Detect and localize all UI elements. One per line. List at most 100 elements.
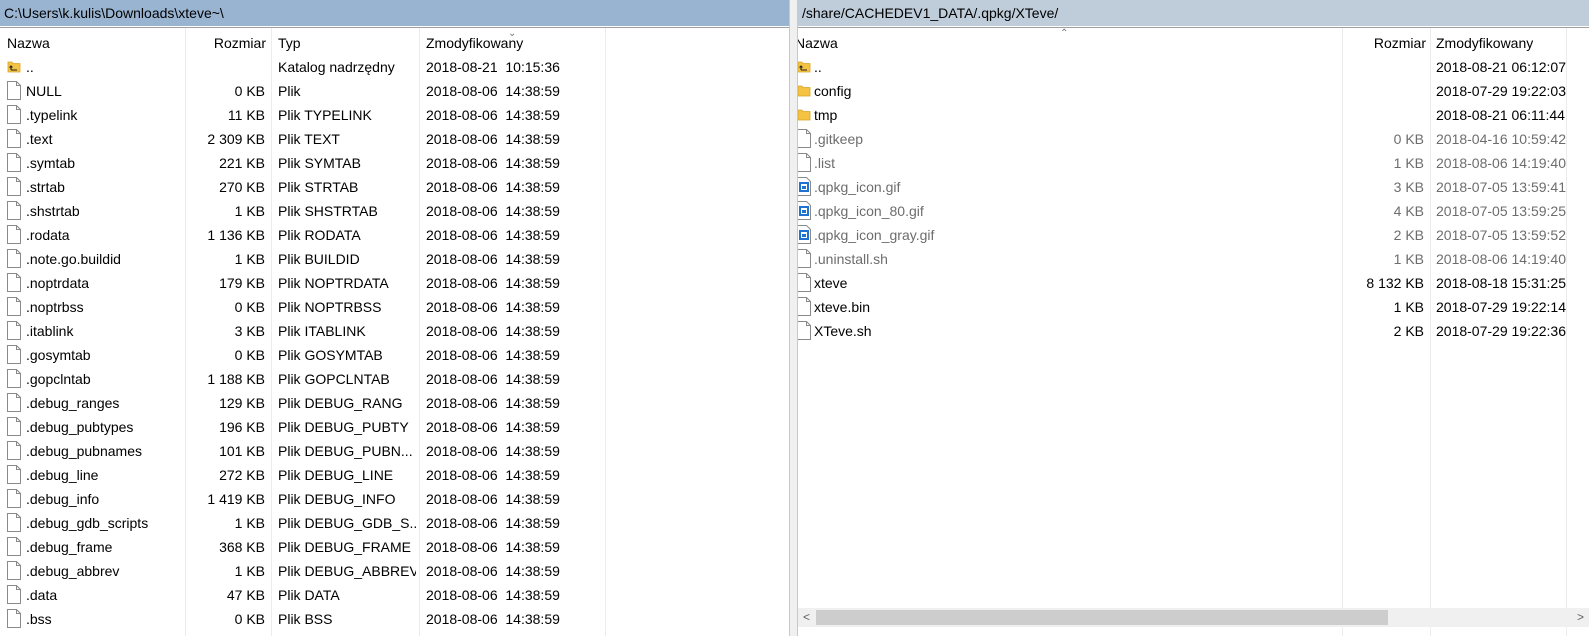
remote-file-panel[interactable]: /share/CACHEDEV1_DATA/.qpkg/XTeve/ Nazwa… (798, 0, 1589, 636)
file-modified: 2018-08-06 14:38:59 (426, 251, 560, 267)
image-file-icon (798, 177, 811, 196)
file-row[interactable]: .bss 0 KB Plik BSS 2018-08-06 14:38:59 (0, 607, 789, 631)
file-type: Plik DEBUG_PUBTY (278, 419, 409, 435)
file-row[interactable]: .shstrtab 1 KB Plik SHSTRTAB 2018-08-06 14:… (0, 199, 789, 223)
panel-splitter[interactable] (789, 0, 798, 636)
file-row[interactable]: .qpkg_icon_80.gif 4 KB 2018-07-05 13:59:25 (798, 199, 1589, 223)
scrollbar-thumb[interactable] (816, 610, 1388, 625)
local-file-panel[interactable]: C:\Users\k.kulis\Downloads\xteve~\ Nazwa… (0, 0, 789, 636)
file-name: .. (26, 59, 34, 75)
file-modified: 2018-08-06 14:38:59 (426, 395, 560, 411)
file-row[interactable]: XTeve.sh 2 KB 2018-07-29 19:22:36 (798, 319, 1589, 343)
column-header-modified[interactable]: Zmodyfikowany (1436, 28, 1586, 55)
file-name: .debug_info (26, 491, 100, 507)
remote-path-bar[interactable]: /share/CACHEDEV1_DATA/.qpkg/XTeve/ (798, 0, 1589, 26)
file-type: Plik STRTAB (278, 179, 359, 195)
file-size: 3 KB (234, 323, 265, 339)
file-row[interactable]: .typelink 11 KB Plik TYPELINK 2018-08-06 14… (0, 103, 789, 127)
file-modified: 2018-08-06 14:38:59 (426, 371, 560, 387)
file-row[interactable]: .text 2 309 KB Plik TEXT 2018-08-06 14:38:5… (0, 127, 789, 151)
file-row[interactable]: .uninstall.sh 1 KB 2018-08-06 14:19:40 (798, 247, 1589, 271)
file-row[interactable]: .debug_info 1 419 KB Plik DEBUG_INFO 2018-0… (0, 487, 789, 511)
file-icon (798, 153, 811, 172)
file-modified: 2018-08-06 14:38:59 (426, 563, 560, 579)
file-name: .bss (26, 611, 52, 627)
file-name: .typelink (26, 107, 78, 123)
file-name: .debug_pubtypes (26, 419, 134, 435)
file-name: .strtab (26, 179, 65, 195)
file-icon (7, 441, 21, 460)
file-row[interactable]: .debug_abbrev 1 KB Plik DEBUG_ABBREV 2018-0… (0, 559, 789, 583)
file-row[interactable]: .debug_frame 368 KB Plik DEBUG_FRAME 2018-0… (0, 535, 789, 559)
file-modified: 2018-08-18 15:31:25 (1436, 275, 1566, 291)
file-row[interactable]: .gitkeep 0 KB 2018-04-16 10:59:42 (798, 127, 1589, 151)
file-modified: 2018-07-29 19:22:14 (1436, 299, 1566, 315)
file-icon (7, 177, 21, 196)
file-row[interactable]: .noptrdata 179 KB Plik NOPTRDATA 2018-08-06… (0, 271, 789, 295)
file-type: Katalog nadrzędny (278, 59, 395, 75)
horizontal-scrollbar[interactable]: < > (798, 608, 1589, 627)
file-name: .. (814, 59, 822, 75)
image-file-icon (798, 201, 811, 220)
file-row[interactable]: .qpkg_icon.gif 3 KB 2018-07-05 13:59:41 (798, 175, 1589, 199)
column-header-type[interactable]: Typ (278, 28, 414, 55)
file-size: 179 KB (219, 275, 265, 291)
file-size: 8 132 KB (1366, 275, 1424, 291)
file-modified: 2018-08-06 14:38:59 (426, 323, 560, 339)
column-header-name[interactable]: Nazwa (7, 28, 177, 55)
file-row[interactable]: .debug_line 272 KB Plik DEBUG_LINE 2018-08-… (0, 463, 789, 487)
file-icon (7, 105, 21, 124)
scroll-left-arrow-icon[interactable]: < (798, 608, 815, 627)
local-path-bar[interactable]: C:\Users\k.kulis\Downloads\xteve~\ (0, 0, 789, 26)
file-row[interactable]: NULL 0 KB Plik 2018-08-06 14:38:59 (0, 79, 789, 103)
file-row[interactable]: xteve 8 132 KB 2018-08-18 15:31:25 (798, 271, 1589, 295)
file-modified: 2018-08-21 06:12:07 (1436, 59, 1566, 75)
local-rows: .. Katalog nadrzędny 2018-08-21 10:15:36 NU… (0, 55, 789, 631)
remote-column-header: Nazwa ⌃ Rozmiar Zmodyfikowany (798, 28, 1589, 55)
column-header-size[interactable]: Rozmiar (186, 28, 266, 55)
local-file-list[interactable]: Nazwa Rozmiar Typ Zmodyfikowany ⌄ .. Kata… (0, 27, 789, 636)
file-size: 0 KB (234, 299, 265, 315)
sort-ascending-icon: ⌃ (1060, 28, 1069, 39)
file-row[interactable]: .debug_pubnames 101 KB Plik DEBUG_PUBN... 2… (0, 439, 789, 463)
file-row[interactable]: .list 1 KB 2018-08-06 14:19:40 (798, 151, 1589, 175)
file-row[interactable]: .noptrbss 0 KB Plik NOPTRBSS 2018-08-06 14:… (0, 295, 789, 319)
file-modified: 2018-08-06 14:19:40 (1436, 155, 1566, 171)
file-row[interactable]: .rodata 1 136 KB Plik RODATA 2018-08-06 14:… (0, 223, 789, 247)
file-row[interactable]: .gosymtab 0 KB Plik GOSYMTAB 2018-08-06 14:… (0, 343, 789, 367)
column-header-size[interactable]: Rozmiar (1344, 28, 1426, 55)
file-modified: 2018-08-21 10:15:36 (426, 59, 560, 75)
scroll-right-arrow-icon[interactable]: > (1572, 608, 1589, 627)
file-name: .itablink (26, 323, 74, 339)
file-size: 1 KB (234, 203, 265, 219)
file-modified: 2018-08-06 14:38:59 (426, 347, 560, 363)
file-row[interactable]: .itablink 3 KB Plik ITABLINK 2018-08-06 14:… (0, 319, 789, 343)
file-icon (7, 561, 21, 580)
file-row[interactable]: config 2018-07-29 19:22:03 (798, 79, 1589, 103)
file-row[interactable]: .data 47 KB Plik DATA 2018-08-06 14:38:59 (0, 583, 789, 607)
file-name: .debug_line (26, 467, 99, 483)
file-row[interactable]: .strtab 270 KB Plik STRTAB 2018-08-06 14:38… (0, 175, 789, 199)
file-row[interactable]: .debug_pubtypes 196 KB Plik DEBUG_PUBTY 201… (0, 415, 789, 439)
file-size: 11 KB (227, 107, 265, 123)
file-name: .shstrtab (26, 203, 80, 219)
file-row[interactable]: .symtab 221 KB Plik SYMTAB 2018-08-06 14:38… (0, 151, 789, 175)
file-row[interactable]: .qpkg_icon_gray.gif 2 KB 2018-07-05 13:59:… (798, 223, 1589, 247)
file-type: Plik GOPCLNTAB (278, 371, 390, 387)
file-size: 2 309 KB (207, 131, 265, 147)
file-size: 2 KB (1393, 227, 1424, 243)
file-row[interactable]: .. Katalog nadrzędny 2018-08-21 10:15:36 (0, 55, 789, 79)
file-type: Plik DEBUG_LINE (278, 467, 394, 483)
file-type: Plik NOPTRBSS (278, 299, 382, 315)
file-row[interactable]: .. 2018-08-21 06:12:07 (798, 55, 1589, 79)
file-row[interactable]: tmp 2018-08-21 06:11:44 (798, 103, 1589, 127)
file-name: .qpkg_icon_80.gif (814, 203, 924, 219)
remote-file-list[interactable]: Nazwa ⌃ Rozmiar Zmodyfikowany .. 2018-08-… (798, 27, 1589, 636)
file-row[interactable]: .debug_ranges 129 KB Plik DEBUG_RANG 2018-0… (0, 391, 789, 415)
file-row[interactable]: .note.go.buildid 1 KB Plik BUILDID 2018-08-… (0, 247, 789, 271)
file-row[interactable]: xteve.bin 1 KB 2018-07-29 19:22:14 (798, 295, 1589, 319)
file-icon (7, 273, 21, 292)
file-row[interactable]: .gopclntab 1 188 KB Plik GOPCLNTAB 2018-08-… (0, 367, 789, 391)
folder-icon (798, 105, 811, 124)
file-row[interactable]: .debug_gdb_scripts 1 KB Plik DEBUG_GDB_S..… (0, 511, 789, 535)
